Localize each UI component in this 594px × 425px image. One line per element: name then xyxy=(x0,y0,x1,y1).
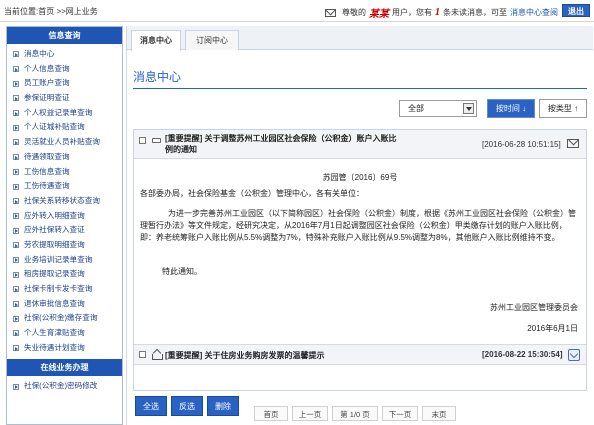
tab-message-center[interactable]: 消息中心 xyxy=(131,30,181,51)
arrow-bullet-icon xyxy=(13,227,19,234)
arrow-bullet-icon xyxy=(13,315,19,322)
sidebar-item[interactable]: 待遇领取查询 xyxy=(7,150,122,165)
user-name: 某某 xyxy=(369,9,389,20)
sidebar-item[interactable]: 应外社保转入查证 xyxy=(7,223,122,238)
sidebar-item[interactable]: 工伤信息查询 xyxy=(7,165,122,180)
sidebar-list: 消息中心 个人信息查询 员工账户查询 参保证明查证 个人权益记录单查询 个人证城… xyxy=(7,44,122,355)
arrow-bullet-icon xyxy=(13,330,19,337)
page-title: 消息中心 xyxy=(133,70,182,84)
message-checkbox[interactable] xyxy=(139,137,146,144)
sidebar-list-2: 社保(公积金)密码修改 xyxy=(7,376,122,394)
message-closing: 特此通知。 xyxy=(162,267,202,276)
main-panel: 消息中心 订阅中心 消息中心 全部 按时间 ↓ 按类型 ↑ [重要提醒] 关于调… xyxy=(126,26,593,425)
arrow-bullet-icon xyxy=(13,51,19,58)
sidebar-item[interactable]: 社保(公积金)缴存查询 xyxy=(7,311,122,326)
sidebar-item[interactable]: 社保关系转移状态查询 xyxy=(7,194,122,209)
message-row[interactable]: [重要提醒] 关于住房业务购房发票的温馨提示 [2016-08-22 15:30… xyxy=(134,344,586,365)
title-divider xyxy=(133,88,587,89)
sort-by-time-button[interactable]: 按时间 ↓ xyxy=(487,99,535,118)
select-all-button[interactable]: 全选 xyxy=(135,396,167,416)
arrow-bullet-icon xyxy=(13,139,19,146)
message-list: [重要提醒] 关于调整苏州工业园区社会保险（公积金）账户入账比例的通知 [201… xyxy=(133,129,587,391)
sidebar-item[interactable]: 个人生育津贴查询 xyxy=(7,326,122,341)
arrow-bullet-icon xyxy=(13,95,19,102)
sidebar-item[interactable]: 应外转入明细查询 xyxy=(7,209,122,224)
arrow-bullet-icon xyxy=(13,301,19,308)
pager-first[interactable]: 首页 xyxy=(254,406,288,421)
sidebar-item[interactable]: 个人权益记录单查询 xyxy=(7,106,122,121)
greeting-suffix: 条未读消息，可至 xyxy=(443,8,507,17)
sidebar: 信息查询 消息中心 个人信息查询 员工账户查询 参保证明查证 个人权益记录单查询… xyxy=(6,26,123,425)
logout-button[interactable]: 退出 xyxy=(562,4,590,17)
chevron-down-icon xyxy=(463,103,474,114)
arrow-bullet-icon xyxy=(13,242,19,249)
sidebar-item[interactable]: 工伤待遇查询 xyxy=(7,179,122,194)
message-sign-date: 2016年6月1日 xyxy=(527,324,578,333)
arrow-bullet-icon xyxy=(13,154,19,161)
mail-icon[interactable] xyxy=(567,139,579,148)
sidebar-item[interactable]: 社保卡制卡发卡查询 xyxy=(7,282,122,297)
expand-icon[interactable] xyxy=(568,349,580,361)
arrow-bullet-icon xyxy=(13,66,19,73)
arrow-bullet-icon xyxy=(13,183,19,190)
sidebar-item[interactable]: 劳农提取明细查询 xyxy=(7,238,122,253)
arrow-bullet-icon xyxy=(13,168,19,175)
arrow-bullet-icon xyxy=(13,271,19,278)
message-paragraph: 为进一步完善苏州工业园区（以下简称园区）社会保险（公积金）制度，根据《苏州工业园… xyxy=(140,209,576,242)
tab-bar: 消息中心 订阅中心 xyxy=(127,26,593,51)
message-checkbox[interactable] xyxy=(139,351,146,358)
message-date: [2016-08-22 15:30:54] xyxy=(482,350,563,359)
sidebar-section-title-2: 在线业务办理 xyxy=(7,359,122,377)
sidebar-item[interactable]: 失业待遇计划查询 xyxy=(7,341,122,356)
sidebar-item[interactable]: 消息中心 xyxy=(7,47,122,62)
greeting-prefix: 尊敬的 xyxy=(342,8,366,17)
message-signature: 苏州工业园区管理委员会 xyxy=(490,303,578,312)
arrow-bullet-icon xyxy=(13,345,19,352)
mail-icon xyxy=(325,8,336,17)
arrow-bullet-icon xyxy=(13,256,19,263)
user-greeting: 尊敬的 某某 用户，您有 1 条未读消息，可至 消息中心查阅 xyxy=(325,5,558,20)
unread-count: 1 xyxy=(435,7,440,18)
arrow-bullet-icon xyxy=(13,198,19,205)
sidebar-item[interactable]: 租房提取记录查询 xyxy=(7,267,122,282)
sidebar-item[interactable]: 退休审批信息查询 xyxy=(7,297,122,312)
pager-prev[interactable]: 上一页 xyxy=(292,406,328,421)
message-date: [2016-06-28 10:51:15] xyxy=(482,140,561,149)
message-row[interactable]: [重要提醒] 关于调整苏州工业园区社会保险（公积金）账户入账比例的通知 [201… xyxy=(134,130,586,159)
pager-info: 第 1/0 页 xyxy=(332,406,378,421)
message-center-link[interactable]: 消息中心查阅 xyxy=(510,7,558,18)
breadcrumb: 当前位置:首页 >>网上业务 xyxy=(4,7,98,16)
document-number: 苏园管〔2016〕69号 xyxy=(322,173,398,182)
invert-selection-button[interactable]: 反选 xyxy=(171,396,203,416)
sidebar-item[interactable]: 个人证城补贴查询 xyxy=(7,120,122,135)
arrow-bullet-icon xyxy=(13,212,19,219)
sort-by-type-button[interactable]: 按类型 ↑ xyxy=(539,99,587,118)
sidebar-item[interactable]: 社保(公积金)密码修改 xyxy=(7,379,122,394)
filter-value: 全部 xyxy=(408,104,424,113)
sidebar-item[interactable]: 业务培训记录单查询 xyxy=(7,253,122,268)
envelope-read-icon xyxy=(152,138,161,143)
pager-last[interactable]: 末页 xyxy=(422,406,456,421)
arrow-bullet-icon xyxy=(13,286,19,293)
envelope-unread-icon xyxy=(152,350,163,360)
arrow-bullet-icon xyxy=(13,80,19,87)
arrow-bullet-icon xyxy=(13,110,19,117)
greeting-mid: 用户，您有 xyxy=(392,8,432,17)
tab-subscription-center[interactable]: 订阅中心 xyxy=(185,30,239,50)
pager-next[interactable]: 下一页 xyxy=(382,406,418,421)
sidebar-item[interactable]: 参保证明查证 xyxy=(7,91,122,106)
arrow-bullet-icon xyxy=(13,124,19,131)
arrow-bullet-icon xyxy=(13,383,19,390)
sidebar-item[interactable]: 员工账户查询 xyxy=(7,76,122,91)
message-title[interactable]: [重要提醒] 关于住房业务购房发票的温馨提示 xyxy=(165,350,465,361)
delete-button[interactable]: 删除 xyxy=(207,396,239,416)
sidebar-item[interactable]: 灵活就业人员补贴查询 xyxy=(7,135,122,150)
message-title[interactable]: [重要提醒] 关于调整苏州工业园区社会保险（公积金）账户入账比例的通知 xyxy=(165,133,401,155)
top-bar: 当前位置:首页 >>网上业务 尊敬的 某某 用户，您有 1 条未读消息，可至 消… xyxy=(0,0,594,22)
sidebar-section-title: 信息查询 xyxy=(7,27,122,44)
sidebar-item[interactable]: 个人信息查询 xyxy=(7,62,122,77)
message-salutation: 各部委办局，社会保险基金（公积金）管理中心，各有关单位： xyxy=(140,189,364,198)
category-filter-select[interactable]: 全部 xyxy=(399,100,477,117)
